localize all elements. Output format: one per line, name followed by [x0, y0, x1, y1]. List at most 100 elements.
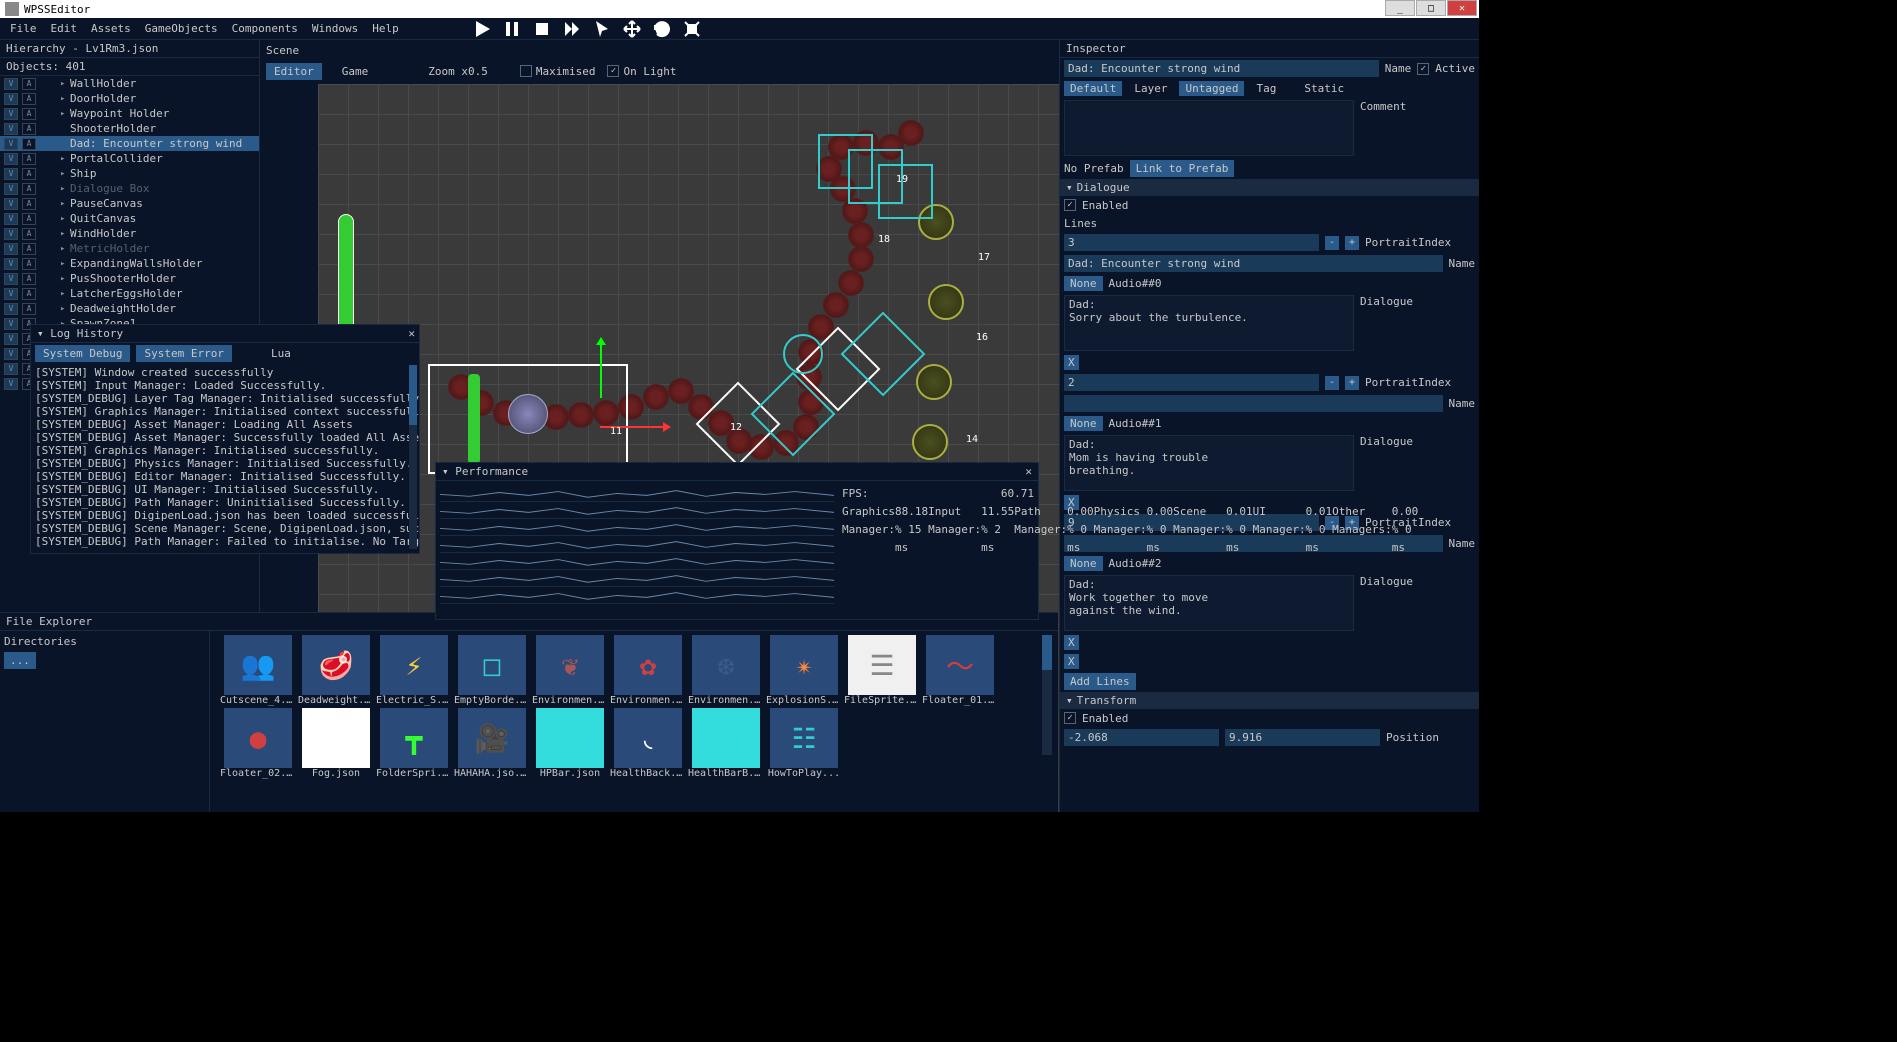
asset-item[interactable]: ■HPBar.json [532, 708, 608, 779]
entry-remove[interactable]: X [1064, 654, 1079, 669]
visibility-toggle[interactable]: V [4, 213, 18, 225]
add-lines-button[interactable]: Add Lines [1064, 673, 1136, 690]
dir-up-button[interactable]: ... [4, 652, 36, 669]
expand-icon[interactable]: ▸ [60, 244, 70, 254]
active-toggle[interactable]: A [22, 78, 36, 90]
expand-icon[interactable]: ▸ [60, 259, 70, 269]
gizmo-y-axis[interactable] [600, 338, 602, 398]
active-toggle[interactable]: A [22, 183, 36, 195]
portrait-index-input[interactable] [1064, 374, 1319, 391]
expand-icon[interactable]: ▸ [60, 199, 70, 209]
transform-enabled-checkbox[interactable] [1064, 712, 1076, 724]
menu-edit[interactable]: Edit [51, 22, 78, 35]
hierarchy-item[interactable]: VA▸Ship [0, 166, 259, 181]
active-toggle[interactable]: A [22, 213, 36, 225]
lines-count-input[interactable] [1064, 234, 1319, 251]
hierarchy-item[interactable]: VA▸QuitCanvas [0, 211, 259, 226]
menu-components[interactable]: Components [232, 22, 298, 35]
position-y-input[interactable] [1225, 729, 1380, 746]
expand-icon[interactable]: ▸ [60, 214, 70, 224]
tab-editor[interactable]: Editor [266, 63, 322, 80]
position-x-input[interactable] [1064, 729, 1219, 746]
audio-none-tag[interactable]: None [1064, 276, 1103, 291]
visibility-toggle[interactable]: V [4, 363, 18, 375]
active-toggle[interactable]: A [22, 168, 36, 180]
tag-layer[interactable]: Layer [1128, 81, 1173, 96]
active-toggle[interactable]: A [22, 228, 36, 240]
lines-decrement[interactable]: - [1325, 236, 1339, 250]
expand-icon[interactable]: ▸ [60, 289, 70, 299]
asset-item[interactable]: ✴ExplosionS... [766, 635, 842, 706]
scale-icon[interactable] [682, 19, 702, 39]
active-toggle[interactable]: A [22, 198, 36, 210]
visibility-toggle[interactable]: V [4, 258, 18, 270]
visibility-toggle[interactable]: V [4, 138, 18, 150]
transform-section-header[interactable]: ▾ Transform [1060, 692, 1479, 709]
hierarchy-item[interactable]: VA▸WallHolder [0, 76, 259, 91]
maximised-checkbox[interactable] [520, 65, 532, 77]
active-toggle[interactable]: A [22, 303, 36, 315]
expand-icon[interactable]: ▸ [60, 169, 70, 179]
step-icon[interactable] [562, 19, 582, 39]
audio-none-tag[interactable]: None [1064, 556, 1103, 571]
menu-assets[interactable]: Assets [91, 22, 131, 35]
lines-increment[interactable]: + [1345, 236, 1359, 250]
rotate-icon[interactable] [652, 19, 672, 39]
log-scrollbar[interactable] [409, 365, 417, 549]
asset-item[interactable]: ✿Environmen... [610, 635, 686, 706]
menu-gameobjects[interactable]: GameObjects [145, 22, 218, 35]
object-name-input[interactable] [1064, 60, 1379, 77]
menu-windows[interactable]: Windows [312, 22, 358, 35]
expand-icon[interactable]: ▸ [60, 184, 70, 194]
entry-remove[interactable]: X [1064, 635, 1079, 650]
asset-item[interactable]: ■HealthBarB... [688, 708, 764, 779]
active-toggle[interactable]: A [22, 123, 36, 135]
visibility-toggle[interactable]: V [4, 93, 18, 105]
hierarchy-item[interactable]: VA▸DoorHolder [0, 91, 259, 106]
asset-item[interactable]: ❆Environmen... [688, 635, 764, 706]
visibility-toggle[interactable]: V [4, 318, 18, 330]
hierarchy-item[interactable]: VA▸MetricHolder [0, 241, 259, 256]
hierarchy-item[interactable]: VA▸LatcherEggsHolder [0, 286, 259, 301]
hierarchy-item[interactable]: VA▸PortalCollider [0, 151, 259, 166]
tag-default[interactable]: Default [1064, 81, 1122, 96]
hierarchy-item[interactable]: VADad: Encounter strong wind [0, 136, 259, 151]
comment-textarea[interactable] [1064, 100, 1354, 156]
pause-icon[interactable] [502, 19, 522, 39]
close-button[interactable]: ✕ [1447, 0, 1477, 16]
active-toggle[interactable]: A [22, 153, 36, 165]
asset-item[interactable]: ●Floater_02... [220, 708, 296, 779]
hierarchy-item[interactable]: VA▸Dialogue Box [0, 181, 259, 196]
onlight-checkbox[interactable] [607, 65, 619, 77]
log-tab-lua[interactable]: Lua [263, 345, 299, 362]
visibility-toggle[interactable]: V [4, 243, 18, 255]
expand-icon[interactable]: ▸ [60, 229, 70, 239]
expand-icon[interactable]: ▸ [60, 109, 70, 119]
play-icon[interactable] [472, 19, 492, 39]
hierarchy-item[interactable]: VA▸ExpandingWallsHolder [0, 256, 259, 271]
tag-static[interactable]: Static [1298, 81, 1350, 96]
expand-icon[interactable]: ▸ [60, 154, 70, 164]
visibility-toggle[interactable]: V [4, 183, 18, 195]
minimize-button[interactable]: _ [1385, 0, 1415, 16]
hierarchy-item[interactable]: VA▸Waypoint Holder [0, 106, 259, 121]
asset-item[interactable]: ☷HowToPlay... [766, 708, 842, 779]
hierarchy-item[interactable]: VAShooterHolder [0, 121, 259, 136]
expand-icon[interactable]: ▸ [60, 79, 70, 89]
tab-game[interactable]: Game [334, 63, 377, 80]
portrait-decrement[interactable]: - [1325, 376, 1339, 390]
visibility-toggle[interactable]: V [4, 303, 18, 315]
visibility-toggle[interactable]: V [4, 153, 18, 165]
visibility-toggle[interactable]: V [4, 78, 18, 90]
active-toggle[interactable]: A [22, 288, 36, 300]
move-icon[interactable] [622, 19, 642, 39]
menu-file[interactable]: File [10, 22, 37, 35]
dialogue-text-input[interactable]: Dad: Sorry about the turbulence. [1064, 295, 1354, 351]
asset-item[interactable]: ⚡Electric_S... [376, 635, 452, 706]
portrait-increment[interactable]: + [1345, 376, 1359, 390]
visibility-toggle[interactable]: V [4, 123, 18, 135]
visibility-toggle[interactable]: V [4, 273, 18, 285]
entry-remove[interactable]: X [1064, 355, 1079, 370]
dialogue-text-input[interactable]: Dad: Work together to move against the w… [1064, 575, 1354, 631]
dialogue-name-input[interactable] [1064, 255, 1443, 272]
